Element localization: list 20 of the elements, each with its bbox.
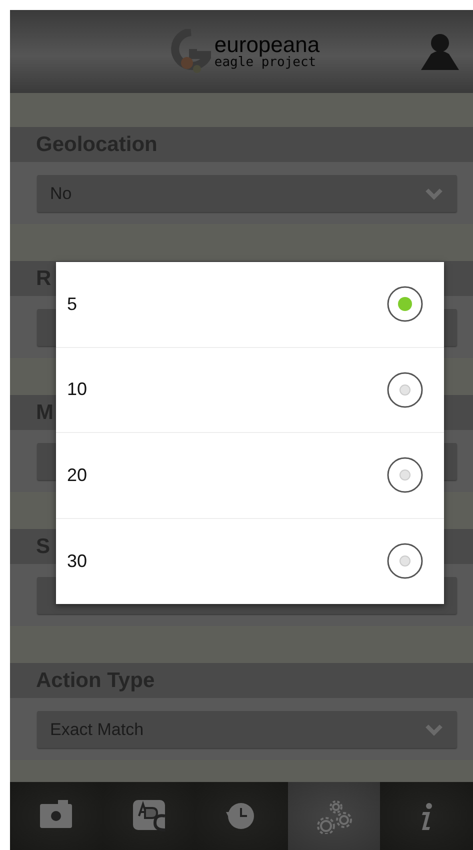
chevron-down-icon xyxy=(425,724,443,736)
radio-button[interactable] xyxy=(386,370,424,409)
radio-button[interactable] xyxy=(386,542,424,580)
user-icon[interactable] xyxy=(421,32,459,70)
nav-tab[interactable] xyxy=(195,782,288,850)
radio-button[interactable] xyxy=(386,285,424,324)
gears-icon xyxy=(316,798,352,834)
nav-tab[interactable] xyxy=(288,782,380,850)
option-row[interactable]: 20 xyxy=(56,433,444,518)
chevron-down-icon xyxy=(425,188,443,200)
logo-subtitle: eagle project xyxy=(214,56,316,69)
info-icon xyxy=(420,802,433,830)
option-row[interactable]: 10 xyxy=(56,348,444,433)
nav-tab[interactable] xyxy=(10,782,103,850)
option-label: 20 xyxy=(67,464,88,486)
radio-button[interactable] xyxy=(386,456,424,494)
option-label: 5 xyxy=(67,294,78,315)
option-row[interactable]: 5 xyxy=(56,262,444,348)
logo-title: europeana xyxy=(214,34,320,56)
logo-icon xyxy=(171,28,212,74)
